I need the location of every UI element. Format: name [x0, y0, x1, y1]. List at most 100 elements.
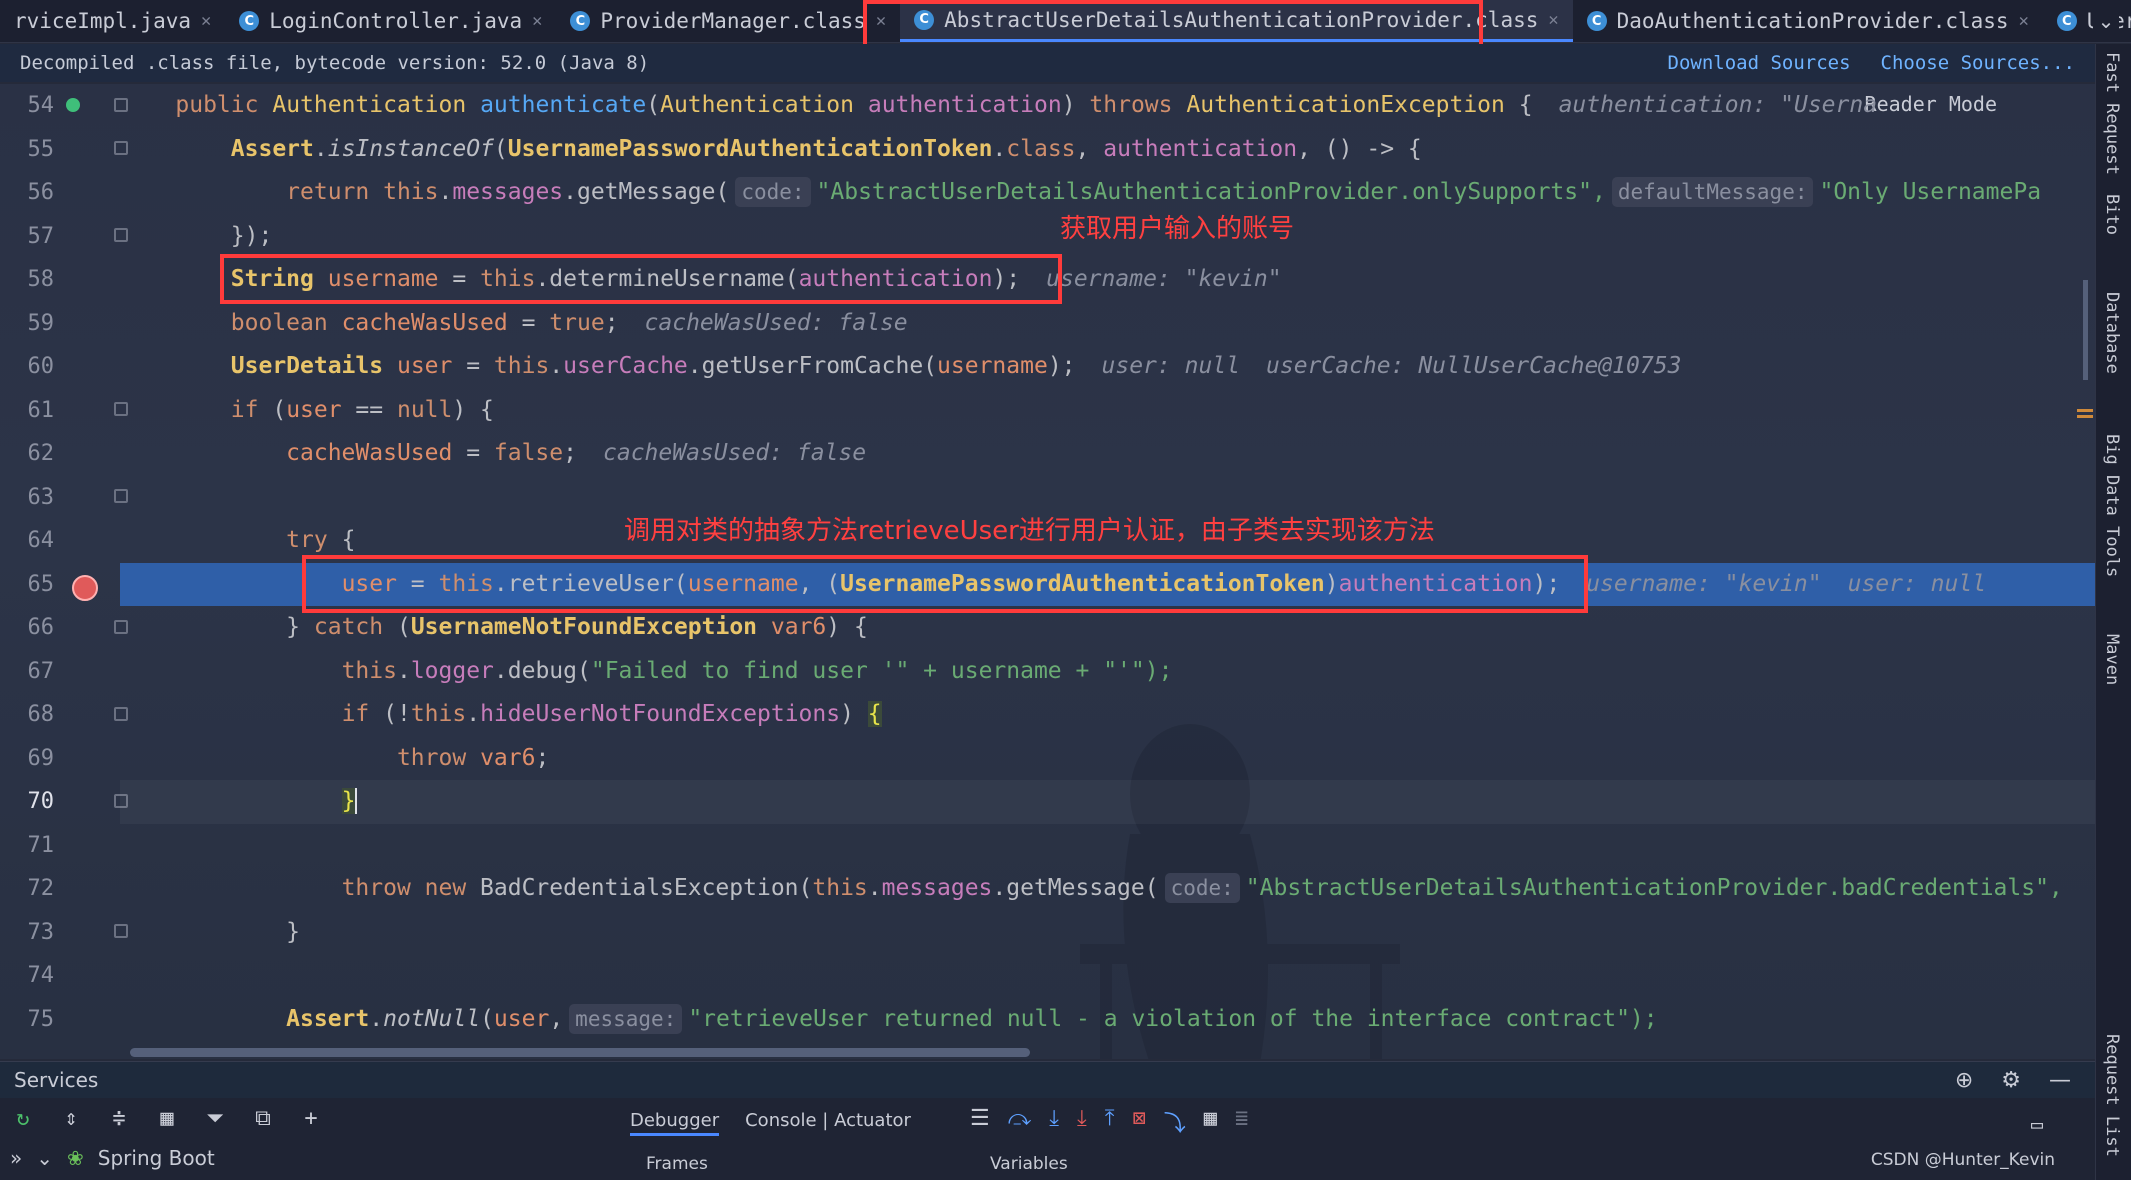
maven-tool[interactable]: Maven	[2102, 634, 2122, 685]
code-line-61: if (user == null) {	[230, 396, 494, 423]
services-toolbar: ↻ ⇕ ≑ ▦ ⏷ ⧉ +	[10, 1106, 324, 1131]
code-line-72: throw new BadCredentialsException(this.m…	[341, 873, 2063, 903]
layout-icon[interactable]: ▭	[2031, 1112, 2043, 1136]
tab-label: rviceImpl.java	[14, 9, 192, 33]
editor-tab-bar: rviceImpl.java ✕ C LoginController.java …	[0, 0, 2131, 43]
code-editor[interactable]: Reader Mode 54 55 56 57 58 59 60 61 62 6…	[0, 84, 2095, 1059]
code-line-65-current-execution: user = this.retrieveUser(username, (User…	[120, 562, 2095, 606]
big-data-tools-tool[interactable]: Big Data Tools	[2102, 434, 2122, 577]
line-number: 65	[27, 571, 55, 597]
tab-console-actuator[interactable]: Console | Actuator	[745, 1110, 911, 1136]
code-line-55: Assert.isInstanceOf(UsernamePasswordAuth…	[230, 135, 1422, 162]
services-header: Services ⊕ ⚙ —	[0, 1062, 2095, 1098]
force-step-into-icon[interactable]: ⤓	[1077, 1106, 1087, 1138]
choose-sources-link[interactable]: Choose Sources...	[1881, 52, 2075, 74]
minimize-icon[interactable]: —	[2049, 1068, 2071, 1093]
code-line-67: this.logger.debug("Failed to find user '…	[341, 657, 1173, 684]
code-line-69: throw var6;	[396, 744, 550, 771]
code-line-60: UserDetails user = this.userCache.getUse…	[230, 353, 1682, 379]
tab-label: DaoAuthenticationProvider.class	[1616, 9, 2009, 33]
step-out-icon[interactable]: ⤒	[1105, 1106, 1115, 1138]
tab-providermanager[interactable]: C ProviderManager.class ✕	[556, 0, 900, 42]
debugger-toolbar: ☰ ⤼ ⤓ ⤓ ⤒ ⊠ ⤵ ▦ ≣	[970, 1106, 1248, 1138]
line-number: 70	[27, 789, 55, 814]
horizontal-scrollbar[interactable]	[130, 1048, 1030, 1057]
line-number: 68	[27, 702, 55, 727]
close-icon[interactable]: ✕	[1548, 10, 1558, 30]
line-number: 55	[27, 136, 55, 162]
tab-daoauthenticationprovider[interactable]: C DaoAuthenticationProvider.class ✕	[1573, 0, 2043, 42]
chevron-double-right-icon[interactable]: »	[10, 1146, 22, 1170]
close-icon[interactable]: ✕	[876, 11, 886, 31]
step-into-icon[interactable]: ⤓	[1049, 1106, 1059, 1138]
tab-debugger[interactable]: Debugger	[630, 1110, 720, 1136]
code-line-54: public Authentication authenticate(Authe…	[175, 92, 1878, 118]
refresh-icon[interactable]: ↻	[10, 1106, 36, 1131]
override-marker-icon[interactable]	[66, 98, 80, 112]
code-line-73: }	[120, 918, 301, 945]
annotation-username: 获取用户输入的账号	[1060, 214, 1295, 244]
compiled-class-icon: C	[570, 11, 591, 31]
right-tool-strip: Fast Request Bito Database Big Data Tool…	[2095, 44, 2131, 1180]
code-line-66: } catch (UsernameNotFoundException var6)…	[120, 614, 868, 640]
frames-label: Frames	[646, 1154, 708, 1174]
crosshair-icon[interactable]: ⊕	[1955, 1068, 1973, 1093]
line-number: 54	[27, 93, 55, 118]
line-number: 67	[27, 658, 55, 684]
code-line-59: boolean cacheWasUsed = true; cacheWasUsed…	[230, 309, 908, 336]
run-to-cursor-icon[interactable]: ⤵	[1164, 1106, 1186, 1138]
close-icon[interactable]: ✕	[532, 11, 542, 31]
tab-label: LoginController.java	[269, 9, 523, 33]
services-title: Services	[14, 1068, 99, 1092]
tree-item-spring-boot[interactable]: Spring Boot	[98, 1146, 215, 1170]
collapse-all-icon[interactable]: ≑	[106, 1106, 132, 1131]
tab-serviceimpl[interactable]: rviceImpl.java ✕	[0, 0, 225, 42]
debugger-tabs: Debugger Console | Actuator	[630, 1110, 911, 1136]
line-number: 56	[27, 180, 55, 205]
request-list-tool[interactable]: Request List	[2102, 1034, 2122, 1157]
line-number: 63	[27, 484, 55, 510]
services-panel: Services ⊕ ⚙ — ↻ ⇕ ≑ ▦ ⏷ ⧉ + » ⌄ ❀ Sprin…	[0, 1061, 2095, 1180]
banner-text: Decompiled .class file, bytecode version…	[20, 52, 650, 74]
chevron-down-icon[interactable]: ⌄	[2093, 8, 2119, 34]
code-line-58: String username = this.determineUsername…	[230, 266, 1282, 292]
gear-icon[interactable]: ⚙	[2001, 1068, 2021, 1093]
line-number: 64	[27, 528, 55, 553]
drop-frame-icon[interactable]: ⊠	[1132, 1106, 1145, 1138]
download-sources-link[interactable]: Download Sources	[1668, 52, 1851, 74]
new-tab-icon[interactable]: ⧉	[250, 1106, 276, 1131]
watermark: CSDN @Hunter_Kevin	[1870, 1150, 2055, 1170]
line-number: 71	[27, 832, 55, 858]
add-icon[interactable]: +	[298, 1106, 324, 1131]
evaluate-expression-icon[interactable]: ▦	[1204, 1106, 1217, 1138]
code-line-70: }	[120, 780, 2095, 824]
breakpoint-icon[interactable]	[72, 575, 98, 601]
trace-icon[interactable]: ≣	[1235, 1106, 1248, 1138]
code-line-68: if (!this.hideUserNotFoundExceptions) {	[341, 701, 882, 727]
tab-logincontroller[interactable]: C LoginController.java ✕	[225, 0, 556, 42]
bito-tool[interactable]: Bito	[2102, 194, 2122, 235]
chevron-down-icon[interactable]: ⌄	[36, 1146, 53, 1170]
expand-all-icon[interactable]: ⇕	[58, 1106, 84, 1131]
vertical-scrollbar[interactable]	[2075, 84, 2095, 1059]
line-number: 62	[27, 441, 55, 466]
close-icon[interactable]: ✕	[2019, 11, 2029, 31]
group-icon[interactable]: ▦	[154, 1106, 180, 1131]
line-number: 58	[27, 267, 55, 292]
menu-icon[interactable]: ☰	[970, 1106, 990, 1138]
tab-label: ProviderManager.class	[600, 9, 866, 33]
tab-label: AbstractUserDetailsAuthenticationProvide…	[944, 7, 1539, 32]
tab-abstractuserdetailsauthenticationprovider[interactable]: C AbstractUserDetailsAuthenticationProvi…	[900, 0, 1573, 42]
fast-request-tool[interactable]: Fast Request	[2102, 52, 2122, 175]
decompiled-banner: Decompiled .class file, bytecode version…	[0, 44, 2095, 82]
line-number: 73	[27, 919, 55, 945]
code-line-75: Assert.notNull(user, message: "retrieveUse…	[286, 1003, 1658, 1034]
close-icon[interactable]: ✕	[201, 11, 211, 31]
services-tree: » ⌄ ❀ Spring Boot	[10, 1146, 215, 1170]
database-tool[interactable]: Database	[2102, 292, 2122, 374]
java-class-icon: C	[2056, 11, 2077, 31]
step-over-icon[interactable]: ⤼	[1008, 1106, 1032, 1138]
filter-icon[interactable]: ⏷	[202, 1106, 228, 1131]
line-number: 66	[27, 615, 55, 640]
